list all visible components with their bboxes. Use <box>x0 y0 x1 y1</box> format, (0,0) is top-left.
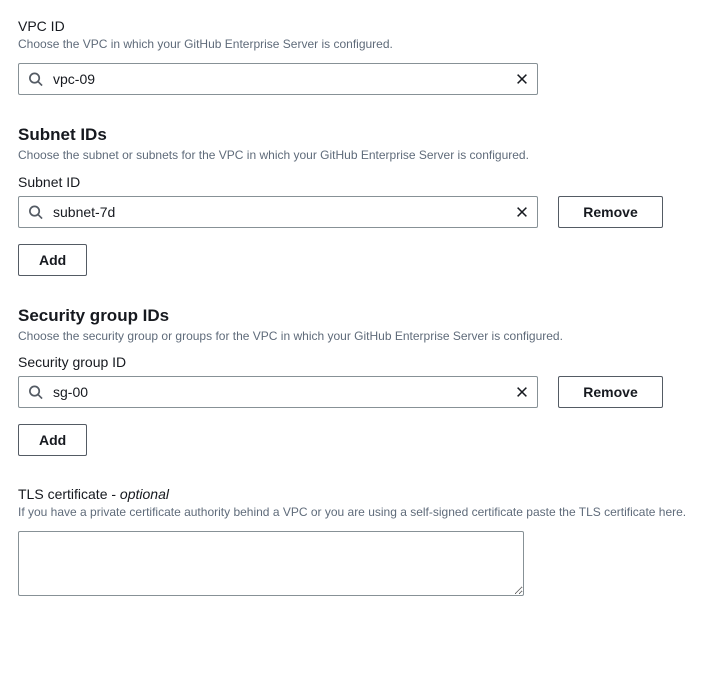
close-icon[interactable] <box>514 204 530 220</box>
close-icon[interactable] <box>514 384 530 400</box>
vpc-id-section: VPC ID Choose the VPC in which your GitH… <box>18 18 703 95</box>
add-subnet-button[interactable]: Add <box>18 244 87 276</box>
remove-subnet-button[interactable]: Remove <box>558 196 663 228</box>
security-group-ids-section: Security group IDs Choose the security g… <box>18 306 703 457</box>
security-group-id-label: Security group ID <box>18 354 703 370</box>
security-group-ids-heading: Security group IDs <box>18 306 703 326</box>
tls-label-text: TLS certificate - <box>18 486 120 502</box>
security-group-id-input[interactable] <box>18 376 538 408</box>
tls-certificate-textarea[interactable] <box>18 531 524 596</box>
remove-security-group-button[interactable]: Remove <box>558 376 663 408</box>
tls-certificate-label: TLS certificate - optional <box>18 486 703 502</box>
subnet-id-label: Subnet ID <box>18 174 703 190</box>
vpc-id-label: VPC ID <box>18 18 703 34</box>
vpc-id-hint: Choose the VPC in which your GitHub Ente… <box>18 36 703 53</box>
vpc-id-input[interactable] <box>18 63 538 95</box>
add-security-group-button[interactable]: Add <box>18 424 87 456</box>
subnet-ids-heading: Subnet IDs <box>18 125 703 145</box>
vpc-id-input-wrap <box>18 63 538 95</box>
close-icon[interactable] <box>514 71 530 87</box>
subnet-ids-hint: Choose the subnet or subnets for the VPC… <box>18 147 703 164</box>
subnet-id-input[interactable] <box>18 196 538 228</box>
subnet-ids-section: Subnet IDs Choose the subnet or subnets … <box>18 125 703 276</box>
subnet-id-row: Remove <box>18 196 703 228</box>
tls-certificate-section: TLS certificate - optional If you have a… <box>18 486 703 601</box>
security-group-ids-hint: Choose the security group or groups for … <box>18 328 703 345</box>
security-group-id-row: Remove <box>18 376 703 408</box>
subnet-id-input-wrap <box>18 196 538 228</box>
security-group-id-input-wrap <box>18 376 538 408</box>
tls-certificate-hint: If you have a private certificate author… <box>18 504 703 521</box>
tls-optional-text: optional <box>120 486 169 502</box>
